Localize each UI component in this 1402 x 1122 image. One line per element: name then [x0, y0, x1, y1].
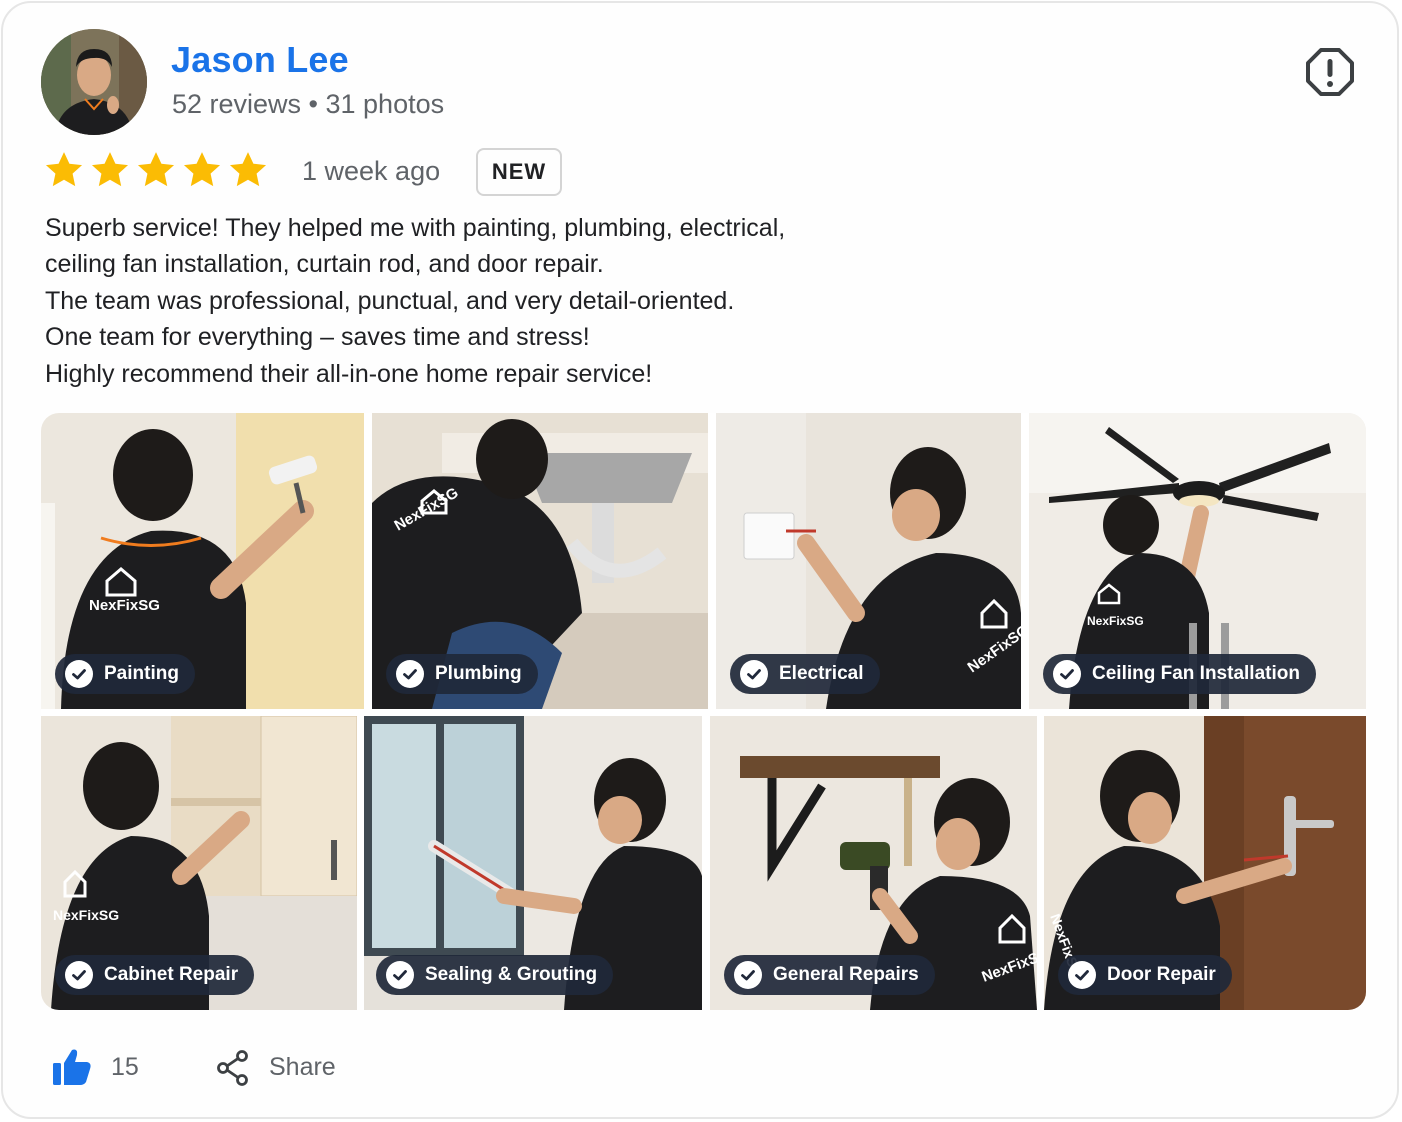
share-label[interactable]: Share	[269, 1053, 336, 1082]
thumbs-up-icon	[53, 1049, 91, 1085]
photo-tag: Painting	[55, 654, 195, 694]
photo-tag: General Repairs	[724, 955, 935, 995]
check-circle-icon	[386, 961, 414, 989]
exclamation-octagon-icon	[1306, 48, 1354, 96]
photo-cabinet-repair[interactable]: NexFixSG Cabinet Repair	[41, 716, 357, 1010]
like-button[interactable]	[51, 1047, 93, 1087]
avatar-photo	[41, 29, 147, 135]
reviewer-name[interactable]: Jason Lee	[171, 39, 349, 81]
photo-grid: NexFixSG Painting NexFixSG Plumbing NexF…	[41, 413, 1366, 1010]
brand-logo-text: NexFixSG	[89, 597, 160, 614]
photo-tag-label: Plumbing	[435, 663, 522, 684]
star-icon	[91, 152, 129, 187]
review-text: Superb service! They helped me with pain…	[45, 210, 785, 392]
photo-tag: Plumbing	[386, 654, 538, 694]
check-circle-icon	[65, 660, 93, 688]
review-line: Highly recommend their all-in-one home r…	[45, 359, 653, 388]
photo-tag-label: General Repairs	[773, 964, 919, 985]
star-icon	[229, 152, 267, 187]
brand-logo-text: NexFixSG	[53, 907, 119, 923]
star-icon	[137, 152, 175, 187]
photo-electrical[interactable]: NexFixSG Electrical	[716, 413, 1021, 709]
photo-plumbing[interactable]: NexFixSG Plumbing	[372, 413, 708, 709]
photo-tag-label: Door Repair	[1107, 964, 1216, 985]
like-count: 15	[111, 1053, 139, 1081]
check-circle-icon	[396, 660, 424, 688]
share-button[interactable]	[215, 1050, 251, 1086]
check-circle-icon	[734, 961, 762, 989]
photo-tag-label: Painting	[104, 663, 179, 684]
avatar[interactable]	[41, 29, 147, 135]
photo-tag: Door Repair	[1058, 955, 1232, 995]
photo-tag: Ceiling Fan Installation	[1043, 654, 1316, 694]
photo-tag-label: Cabinet Repair	[104, 964, 239, 985]
check-circle-icon	[1053, 660, 1081, 688]
reviewer-stats: 52 reviews • 31 photos	[172, 89, 445, 119]
star-icon	[183, 152, 221, 187]
photo-ceiling-fan[interactable]: NexFixSG Ceiling Fan Installation	[1029, 413, 1366, 709]
photo-tag-label: Electrical	[779, 663, 864, 684]
brand-logo-text: NexFixSG	[1087, 614, 1144, 628]
photo-tag-label: Sealing & Grouting	[425, 964, 598, 985]
photo-tag: Cabinet Repair	[55, 955, 255, 995]
share-icon	[217, 1050, 248, 1086]
report-button[interactable]	[1305, 47, 1355, 97]
review-line: One team for everything – saves time and…	[45, 323, 590, 352]
review-line: ceiling fan installation, curtain rod, a…	[45, 250, 604, 279]
review-card: Jason Lee 52 reviews • 31 photos 1 week …	[1, 1, 1399, 1119]
photo-tag-label: Ceiling Fan Installation	[1092, 663, 1300, 684]
check-circle-icon	[1068, 961, 1096, 989]
review-line: The team was professional, punctual, and…	[45, 286, 735, 315]
photo-tag: Sealing & Grouting	[376, 955, 614, 995]
star-icon	[45, 152, 83, 187]
review-time: 1 week ago	[302, 156, 441, 186]
check-circle-icon	[65, 961, 93, 989]
review-line: Superb service! They helped me with pain…	[45, 214, 786, 242]
star-rating	[43, 149, 269, 191]
photo-sealing-grouting[interactable]: Sealing & Grouting	[364, 716, 702, 1010]
photo-painting[interactable]: NexFixSG Painting	[41, 413, 364, 709]
photo-door-repair[interactable]: NexFixSG Door Repair	[1044, 716, 1366, 1010]
photo-tag: Electrical	[730, 654, 880, 694]
check-circle-icon	[740, 660, 768, 688]
new-badge: NEW	[476, 148, 562, 196]
photo-general-repairs[interactable]: NexFixSG General Repairs	[710, 716, 1037, 1010]
